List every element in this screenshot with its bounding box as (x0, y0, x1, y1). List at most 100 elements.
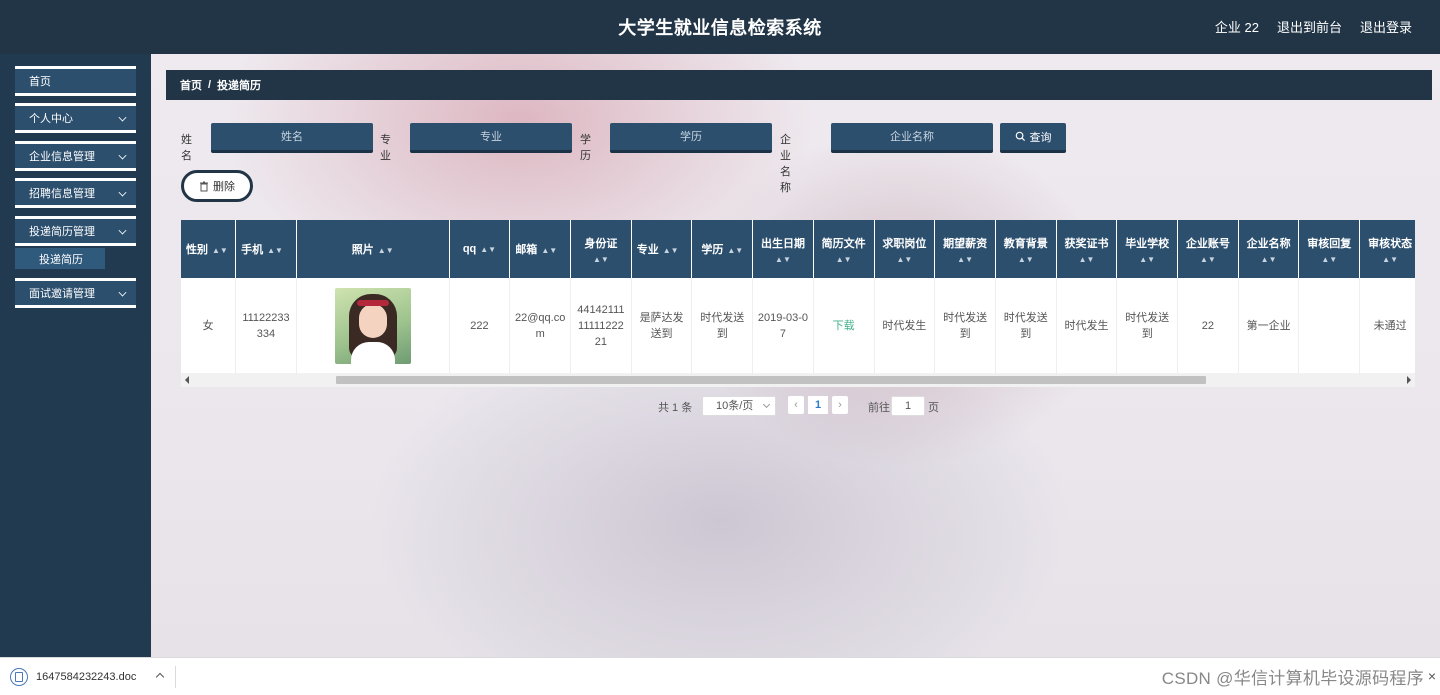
page-size-select[interactable]: 10条/页 (702, 396, 776, 416)
col-header-position[interactable]: 求职岗位 ▲▼ (874, 220, 936, 278)
cell-birthdate: 2019-03-07 (752, 278, 814, 374)
col-header-award[interactable]: 获奖证书 ▲▼ (1056, 220, 1118, 278)
watermark: CSDN @华信计算机毕设源码程序 (1161, 669, 1424, 688)
resume-table: 性别 ▲▼ 手机 ▲▼ 照片 ▲▼ qq ▲▼ 邮箱 ▲▼ 身份证 ▲▼ 专业 ▲▼ 学历 ▲▼… (181, 220, 1415, 387)
col-header-photo[interactable]: 照片 ▲▼ (296, 220, 450, 278)
sort-icon: ▲▼ (662, 246, 679, 255)
sort-icon: ▲▼ (1260, 254, 1277, 264)
col-header-status[interactable]: 审核状态 ▲▼ (1359, 220, 1415, 278)
pagination-total: 共 1 条 (658, 402, 693, 414)
cell-qq: 222 (449, 278, 511, 374)
col-header-education-bg[interactable]: 教育背景 ▲▼ (995, 220, 1057, 278)
scrollbar-thumb[interactable] (336, 376, 1206, 384)
cell-company-name: 第一企业 (1238, 278, 1300, 374)
breadcrumb-home[interactable]: 首页 (180, 77, 202, 93)
sidebar-item-company-info[interactable]: 企业信息管理 (15, 141, 136, 171)
scroll-left-icon[interactable] (185, 376, 189, 384)
education-input[interactable]: 学历 (610, 123, 772, 153)
table-horizontal-scrollbar[interactable] (181, 373, 1415, 387)
sidebar-item-resume-management[interactable]: 投递简历管理 (15, 216, 136, 246)
sort-icon: ▲▼ (896, 254, 913, 264)
sort-icon: ▲▼ (835, 254, 852, 264)
col-header-email[interactable]: 邮箱 ▲▼ (509, 220, 572, 278)
query-button[interactable]: 查询 (1000, 123, 1066, 153)
sort-icon: ▲▼ (212, 246, 228, 255)
logout-link[interactable]: 退出登录 (1360, 17, 1412, 36)
breadcrumb-current: 投递简历 (217, 80, 262, 92)
col-header-idcard[interactable]: 身份证 ▲▼ (570, 220, 632, 278)
header-links: 企业 22 退出到前台 退出登录 (1215, 17, 1412, 36)
page-number-current[interactable]: 1 (808, 396, 828, 414)
name-label: 姓名 (181, 134, 192, 162)
cell-salary: 时代发送到 (934, 278, 996, 374)
cell-gender: 女 (181, 278, 237, 374)
col-header-company-name[interactable]: 企业名称 ▲▼ (1238, 220, 1300, 278)
col-header-reply[interactable]: 审核回复 ▲▼ (1298, 220, 1361, 278)
cell-status: 未通过 (1359, 278, 1415, 374)
resume-download-link[interactable]: 下载 (813, 278, 875, 374)
search-icon (1015, 131, 1025, 142)
name-input[interactable]: 姓名 (211, 123, 373, 153)
exit-to-front-link[interactable]: 退出到前台 (1277, 17, 1342, 36)
company-input[interactable]: 企业名称 (831, 123, 993, 153)
sort-icon: ▲▼ (592, 254, 609, 264)
col-header-gender[interactable]: 性别 ▲▼ (181, 220, 237, 278)
col-header-birthdate[interactable]: 出生日期 ▲▼ (752, 220, 814, 278)
col-header-company-account[interactable]: 企业账号 ▲▼ (1177, 220, 1239, 278)
sort-icon: ▲▼ (1199, 254, 1216, 264)
top-header: 大学生就业信息检索系统 企业 22 退出到前台 退出登录 (0, 0, 1440, 54)
sidebar-item-label: 招聘信息管理 (29, 188, 95, 200)
scroll-right-icon[interactable] (1407, 376, 1411, 384)
sort-icon: ▲▼ (377, 246, 394, 255)
table-header-row: 性别 ▲▼ 手机 ▲▼ 照片 ▲▼ qq ▲▼ 邮箱 ▲▼ 身份证 ▲▼ 专业 ▲▼ 学历 ▲▼… (181, 220, 1415, 278)
applicant-photo[interactable] (334, 288, 411, 364)
page-size-value: 10条/页 (716, 400, 754, 412)
goto-label: 前往 (868, 402, 890, 414)
sort-icon: ▲▼ (1017, 254, 1034, 264)
chevron-up-icon[interactable] (155, 672, 165, 682)
sidebar-item-home[interactable]: 首页 (15, 66, 136, 96)
cell-school: 时代发送到 (1116, 278, 1179, 374)
next-page-button[interactable]: › (832, 396, 848, 414)
sort-icon: ▲▼ (957, 254, 973, 264)
breadcrumb-separator: / (208, 79, 212, 91)
sidebar-item-recruitment[interactable]: 招聘信息管理 (15, 178, 136, 208)
cell-company-account: 22 (1177, 278, 1239, 374)
goto-page-input[interactable]: 1 (891, 396, 925, 416)
chevron-down-icon (118, 188, 127, 197)
cell-reply (1298, 278, 1361, 374)
sidebar-subitem-resume[interactable]: 投递简历 (15, 248, 105, 269)
major-input[interactable]: 专业 (410, 123, 572, 153)
col-header-school[interactable]: 毕业学校 ▲▼ (1116, 220, 1179, 278)
breadcrumb: 首页 / 投递简历 (166, 70, 1432, 100)
sort-icon: ▲▼ (267, 246, 283, 255)
prev-page-button[interactable]: ‹ (788, 396, 804, 414)
delete-button[interactable]: 删除 (181, 170, 253, 202)
col-header-major[interactable]: 专业 ▲▼ (631, 220, 693, 278)
col-header-resume-file[interactable]: 简历文件 ▲▼ (813, 220, 875, 278)
col-header-qq[interactable]: qq ▲▼ (449, 220, 511, 278)
close-icon[interactable]: × (1428, 668, 1436, 684)
download-item[interactable]: 1647584232243.doc (10, 666, 176, 688)
sort-icon: ▲▼ (727, 246, 744, 255)
document-icon (10, 668, 28, 686)
sidebar-item-label: 企业信息管理 (29, 151, 95, 163)
cell-education: 时代发送到 (691, 278, 754, 374)
cell-position: 时代发生 (874, 278, 936, 374)
col-header-phone[interactable]: 手机 ▲▼ (235, 220, 297, 278)
col-header-education[interactable]: 学历 ▲▼ (691, 220, 754, 278)
cell-education-bg: 时代发送到 (995, 278, 1057, 374)
sidebar-item-label: 个人中心 (29, 113, 73, 125)
cell-photo (296, 278, 450, 374)
sidebar-item-personal-center[interactable]: 个人中心 (15, 103, 136, 133)
sidebar-item-label: 首页 (29, 76, 51, 88)
sort-icon: ▲▼ (480, 245, 497, 254)
sidebar-item-interview[interactable]: 面试邀请管理 (15, 278, 136, 308)
table-row[interactable]: 女 11122233334 222 22@qq.com 441421111111… (181, 278, 1415, 374)
major-label: 专业 (380, 134, 391, 162)
col-header-salary[interactable]: 期望薪资 ▲▼ (934, 220, 996, 278)
query-button-label: 查询 (1029, 131, 1052, 144)
delete-button-label: 删除 (213, 181, 235, 193)
trash-icon (200, 181, 208, 191)
cell-email: 22@qq.com (509, 278, 572, 374)
